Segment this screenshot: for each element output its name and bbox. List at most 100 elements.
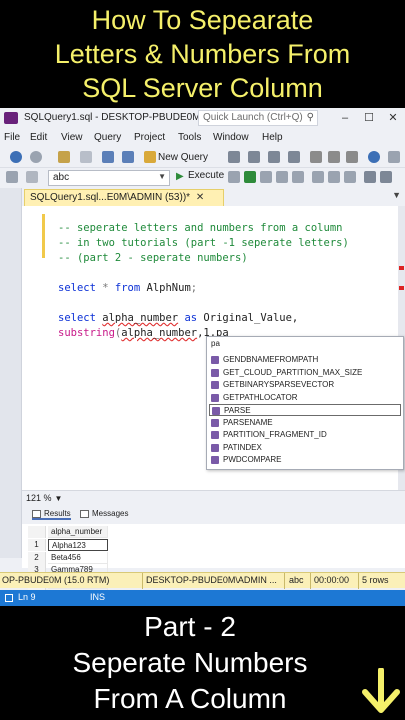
execute-label: Execute (188, 170, 225, 181)
status-divider (142, 573, 143, 589)
results-to-grid-icon[interactable] (380, 171, 392, 183)
save-all-icon[interactable] (122, 151, 134, 163)
change-marker (42, 214, 45, 258)
intellisense-item[interactable]: GET_CLOUD_PARTITION_MAX_SIZE (209, 367, 401, 379)
menu-tools[interactable]: Tools (178, 132, 201, 143)
intellisense-item-label: PWDCOMPARE (223, 455, 282, 464)
xmla-query-icon[interactable] (288, 151, 300, 163)
column-header[interactable]: alpha_number (48, 526, 108, 538)
tab-messages[interactable]: Messages (80, 509, 128, 518)
code-token: AlphNum (140, 282, 191, 294)
quick-launch-input[interactable]: Quick Launch (Ctrl+Q) ⚲ (198, 110, 318, 126)
forward-icon[interactable] (30, 151, 42, 163)
table-cell[interactable]: Alpha123 (48, 539, 108, 551)
database-select[interactable]: abc ▼ (48, 170, 170, 186)
status-database: abc (289, 575, 304, 585)
tab-results-label: Results (44, 509, 71, 518)
cut-icon[interactable] (310, 151, 322, 163)
intellisense-item[interactable]: PWDCOMPARE (209, 454, 401, 466)
table-row[interactable]: 2 Beta456 (28, 551, 118, 564)
row-number: 1 (28, 539, 46, 551)
mdx-query-icon[interactable] (268, 151, 280, 163)
menu-project[interactable]: Project (134, 132, 165, 143)
intellisense-item[interactable]: PATINDEX (209, 442, 401, 454)
menu-window[interactable]: Window (213, 132, 249, 143)
database-query-icon[interactable] (228, 151, 240, 163)
function-icon (211, 456, 219, 464)
intellisense-icon[interactable] (292, 171, 304, 183)
intellisense-item-label: GET_CLOUD_PARTITION_MAX_SIZE (223, 367, 363, 377)
tab-results[interactable]: Results (32, 509, 71, 520)
copy-icon[interactable] (328, 151, 340, 163)
code-token: alpha_number (121, 327, 198, 339)
code-token: ; (190, 282, 198, 294)
menu-query[interactable]: Query (94, 132, 121, 143)
intellisense-item[interactable]: PARSENAME (209, 417, 401, 429)
function-icon (211, 393, 219, 402)
function-icon (211, 443, 219, 452)
execute-button[interactable]: ▶ Execute (176, 170, 224, 186)
save-icon[interactable] (102, 151, 114, 163)
back-icon[interactable] (10, 151, 22, 163)
debug-icon[interactable] (228, 171, 240, 183)
minimize-icon[interactable]: – (338, 111, 352, 125)
intellisense-item[interactable]: PARSE (209, 404, 401, 416)
connect-icon[interactable] (6, 171, 18, 183)
intellisense-item[interactable]: GENDBNAMEFROMPATH (209, 354, 401, 366)
close-icon[interactable]: ✕ (196, 192, 204, 203)
table-cell[interactable]: Beta456 (48, 551, 108, 564)
chevron-down-icon[interactable]: ▼ (392, 190, 401, 200)
intellisense-item-label: GETPATHLOCATOR (223, 392, 298, 402)
error-marker (399, 286, 404, 290)
function-icon (211, 368, 219, 377)
query-options-icon[interactable] (276, 171, 288, 183)
analysis-query-icon[interactable] (248, 151, 260, 163)
paste-icon[interactable] (346, 151, 358, 163)
code-token: Original_Value, (197, 312, 299, 324)
grid-corner (28, 526, 46, 538)
search-icon: ⚲ (306, 112, 314, 123)
intellisense-popup[interactable]: pa GENDBNAMEFROMPATH GET_CLOUD_PARTITION_… (206, 336, 404, 470)
table-row[interactable]: 1 Alpha123 (28, 539, 118, 551)
menu-edit[interactable]: Edit (30, 132, 47, 143)
parse-icon[interactable] (244, 171, 256, 183)
intellisense-item-label: GETBINARYSPARSEVECTOR (223, 380, 335, 389)
chevron-down-icon: ▼ (158, 172, 166, 181)
new-project-icon[interactable] (58, 151, 70, 163)
open-file-icon[interactable] (80, 151, 92, 163)
zoom-select[interactable]: 121 % ▼ (26, 493, 62, 503)
more-icon[interactable] (388, 151, 400, 163)
ssms-logo-icon (4, 112, 18, 124)
live-stats-icon[interactable] (328, 171, 340, 183)
window-title: SQLQuery1.sql - DESKTOP-PBUDE0M... (24, 112, 209, 123)
code-line: select alpha_number as Original_Value, (58, 312, 298, 324)
intellisense-item[interactable]: GETPATHLOCATOR (209, 392, 401, 404)
code-token: select (58, 312, 96, 324)
intellisense-item[interactable]: PARTITION_FRAGMENT_ID (209, 429, 401, 441)
title-banner: How To Sepearate Letters & Numbers From … (0, 0, 405, 108)
intellisense-item[interactable]: GETBINARYSPARSEVECTOR (209, 379, 401, 391)
status-divider (358, 573, 359, 589)
menu-view[interactable]: View (61, 132, 83, 143)
menu-file[interactable]: File (4, 132, 20, 143)
actual-plan-icon[interactable] (312, 171, 324, 183)
intellisense-item-label: PARSENAME (223, 417, 273, 427)
undo-icon[interactable] (368, 151, 380, 163)
estimated-plan-icon[interactable] (260, 171, 272, 183)
status-server: OP-PBUDE0M (15.0 RTM) (2, 575, 110, 585)
subtitle-line-1: Part - 2 (144, 611, 236, 642)
code-line: select * from AlphNum; (58, 282, 197, 294)
object-explorer-collapsed[interactable] (0, 188, 22, 558)
status-line: Ln 9 (18, 592, 36, 602)
intellisense-item-label: PARTITION_FRAGMENT_ID (223, 430, 327, 439)
change-connection-icon[interactable] (26, 171, 38, 183)
menu-help[interactable]: Help (262, 132, 283, 143)
results-to-text-icon[interactable] (364, 171, 376, 183)
new-query-icon[interactable] (144, 151, 156, 163)
tab-sqlquery1[interactable]: SQLQuery1.sql...E0M\ADMIN (53))* ✕ (24, 189, 224, 206)
client-stats-icon[interactable] (344, 171, 356, 183)
new-query-button[interactable]: New Query (158, 152, 208, 163)
grid-header-row: alpha_number (28, 526, 118, 538)
close-icon[interactable]: ✕ (386, 111, 400, 125)
maximize-icon[interactable]: ☐ (362, 111, 376, 125)
